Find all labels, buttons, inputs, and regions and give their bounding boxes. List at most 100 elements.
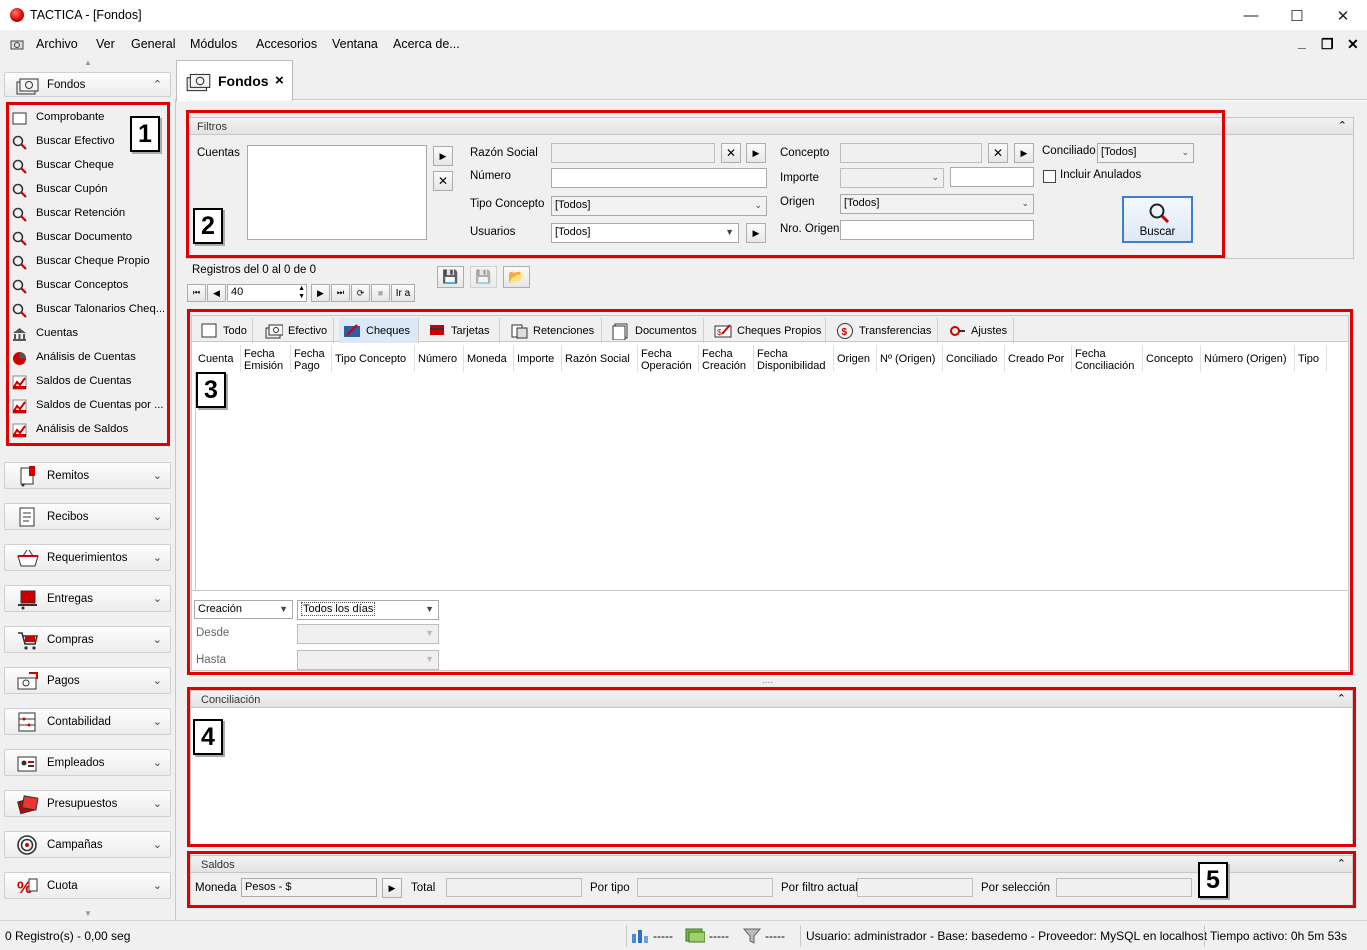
sidebar-category-recibos[interactable]: Recibos ⌄: [4, 503, 171, 530]
column-header[interactable]: Fecha Pago: [291, 345, 332, 372]
column-header[interactable]: Tipo Concepto: [332, 345, 415, 372]
menu-acerca[interactable]: Acerca de...: [393, 37, 460, 51]
scroll-down-icon[interactable]: ▼: [84, 909, 92, 918]
cuentas-clear-button[interactable]: ✕: [433, 171, 453, 191]
razon-social-select-button[interactable]: ▶: [746, 143, 766, 163]
maximize-button[interactable]: ☐: [1274, 0, 1320, 31]
sidebar-category-contabilidad[interactable]: Contabilidad ⌄: [4, 708, 171, 735]
page-size-field[interactable]: 40 ▲ ▼: [227, 284, 307, 302]
mdi-minimize-button[interactable]: _: [1298, 34, 1306, 50]
numero-field[interactable]: [551, 168, 767, 188]
sidebar-item-cuentas[interactable]: Cuentas: [10, 322, 165, 346]
column-header[interactable]: Tipo: [1295, 345, 1327, 372]
close-button[interactable]: ✕: [1320, 0, 1366, 31]
sidebar-category-campanas[interactable]: Campañas ⌄: [4, 831, 171, 858]
first-page-button[interactable]: ⏮: [187, 284, 206, 302]
sidebar-category-requerimientos[interactable]: Requerimientos ⌄: [4, 544, 171, 571]
tab-todo[interactable]: Todo: [196, 318, 253, 343]
sidebar-category-entregas[interactable]: Entregas ⌄: [4, 585, 171, 612]
collapse-icon[interactable]: ⌃: [1338, 119, 1347, 132]
spinner-icon[interactable]: ▲ ▼: [298, 285, 305, 301]
tab-retenciones[interactable]: Retenciones: [506, 318, 602, 343]
tab-cheques[interactable]: Cheques: [339, 318, 419, 343]
refresh-icon[interactable]: ⟳: [351, 284, 370, 302]
tab-ajustes[interactable]: Ajustes: [944, 318, 1014, 343]
column-header[interactable]: Nº (Origen): [877, 345, 943, 372]
minimize-button[interactable]: —: [1228, 0, 1274, 31]
mdi-restore-button[interactable]: ❐: [1321, 36, 1334, 53]
sidebar-item-saldos-de-cuentas-por[interactable]: Saldos de Cuentas por ...: [10, 394, 165, 418]
nro-origen-field[interactable]: [840, 220, 1034, 240]
sidebar-item-buscar-cheque[interactable]: Buscar Cheque: [10, 154, 165, 178]
column-header[interactable]: Creado Por: [1005, 345, 1072, 372]
tipo-concepto-dropdown[interactable]: [Todos] ⌄: [551, 196, 767, 216]
sidebar-category-pagos[interactable]: Pagos ⌄: [4, 667, 171, 694]
concepto-select-button[interactable]: ▶: [1014, 143, 1034, 163]
razon-social-clear-button[interactable]: ✕: [721, 143, 741, 163]
tab-cheques-propios[interactable]: $ Cheques Propios: [710, 318, 826, 343]
tab-close-icon[interactable]: ×: [275, 72, 284, 89]
column-header[interactable]: Razón Social: [562, 345, 638, 372]
menu-accesorios[interactable]: Accesorios: [256, 37, 317, 51]
column-header[interactable]: Fecha Operación: [638, 345, 699, 372]
importe-field[interactable]: [950, 167, 1034, 187]
menu-archivo[interactable]: Archivo: [36, 37, 78, 51]
menu-ver[interactable]: Ver: [96, 37, 115, 51]
sidebar-category-cuota[interactable]: % Cuota ⌄: [4, 872, 171, 899]
sidebar-item-análisis-de-saldos[interactable]: Análisis de Saldos: [10, 418, 165, 442]
collapse-icon[interactable]: ⌃: [1337, 857, 1346, 870]
grid-body[interactable]: [195, 372, 1345, 590]
usuarios-dropdown[interactable]: [Todos] ▼: [551, 223, 739, 243]
concepto-clear-button[interactable]: ✕: [988, 143, 1008, 163]
sidebar-category-presupuestos[interactable]: Presupuestos ⌄: [4, 790, 171, 817]
importe-operator-dropdown[interactable]: ⌄: [840, 168, 944, 188]
menu-general[interactable]: General: [131, 37, 175, 51]
tab-efectivo[interactable]: Efectivo: [261, 318, 334, 343]
date-range-dropdown[interactable]: Todos los días ▼: [297, 600, 439, 620]
moneda-select-button[interactable]: ▶: [382, 878, 402, 898]
menu-modulos[interactable]: Módulos: [190, 37, 237, 51]
tab-tarjetas[interactable]: Tarjetas: [424, 318, 500, 343]
hasta-field[interactable]: ▼: [297, 650, 439, 670]
last-page-button[interactable]: ⏭: [331, 284, 350, 302]
save-as-icon[interactable]: 💾: [470, 266, 497, 288]
conciliado-dropdown[interactable]: [Todos] ⌄: [1097, 143, 1194, 163]
incluir-anulados-checkbox[interactable]: [1043, 170, 1056, 183]
sidebar-item-buscar-cheque-propio[interactable]: Buscar Cheque Propio: [10, 250, 165, 274]
column-header[interactable]: Fecha Emisión: [241, 345, 291, 372]
buscar-button[interactable]: Buscar: [1122, 196, 1193, 243]
column-header[interactable]: Fecha Creación: [699, 345, 754, 372]
splitter-handle[interactable]: ....: [762, 675, 773, 686]
sidebar-item-buscar-documento[interactable]: Buscar Documento: [10, 226, 165, 250]
collapse-icon[interactable]: ⌃: [1337, 692, 1346, 705]
sidebar-item-saldos-de-cuentas[interactable]: Saldos de Cuentas: [10, 370, 165, 394]
goto-button[interactable]: Ir a: [391, 284, 415, 302]
column-header[interactable]: Fecha Disponibilidad: [754, 345, 834, 372]
column-header[interactable]: Moneda: [464, 345, 514, 372]
mdi-close-button[interactable]: ✕: [1347, 36, 1359, 53]
sidebar-item-buscar-talonarios-cheq[interactable]: Buscar Talonarios Cheq...: [10, 298, 165, 322]
next-page-button[interactable]: ▶: [311, 284, 330, 302]
sidebar-item-análisis-de-cuentas[interactable]: Análisis de Cuentas: [10, 346, 165, 370]
cuentas-list[interactable]: [247, 145, 427, 240]
sidebar-item-buscar-cupón[interactable]: Buscar Cupón: [10, 178, 165, 202]
document-tab-fondos[interactable]: Fondos ×: [176, 60, 293, 101]
moneda-field[interactable]: Pesos - $: [241, 878, 377, 897]
tab-documentos[interactable]: Documentos: [608, 318, 704, 343]
prev-page-button[interactable]: ◀: [207, 284, 226, 302]
stop-icon[interactable]: ■: [371, 284, 390, 302]
column-header[interactable]: Cuenta: [195, 345, 241, 372]
open-folder-icon[interactable]: 📂: [503, 266, 530, 288]
column-header[interactable]: Concepto: [1143, 345, 1201, 372]
sidebar-category-compras[interactable]: Compras ⌄: [4, 626, 171, 653]
column-header[interactable]: Fecha Conciliación: [1072, 345, 1143, 372]
origen-dropdown[interactable]: [Todos] ⌄: [840, 194, 1034, 214]
column-header[interactable]: Origen: [834, 345, 877, 372]
date-field-dropdown[interactable]: Creación ▼: [194, 600, 293, 619]
sidebar-category-remitos[interactable]: Remitos ⌄: [4, 462, 171, 489]
sidebar-category-fondos[interactable]: Fondos ⌃: [4, 72, 171, 97]
cuentas-select-button[interactable]: ▶: [433, 146, 453, 166]
desde-field[interactable]: ▼: [297, 624, 439, 644]
sidebar-category-empleados[interactable]: Empleados ⌄: [4, 749, 171, 776]
column-header[interactable]: Número (Origen): [1201, 345, 1295, 372]
